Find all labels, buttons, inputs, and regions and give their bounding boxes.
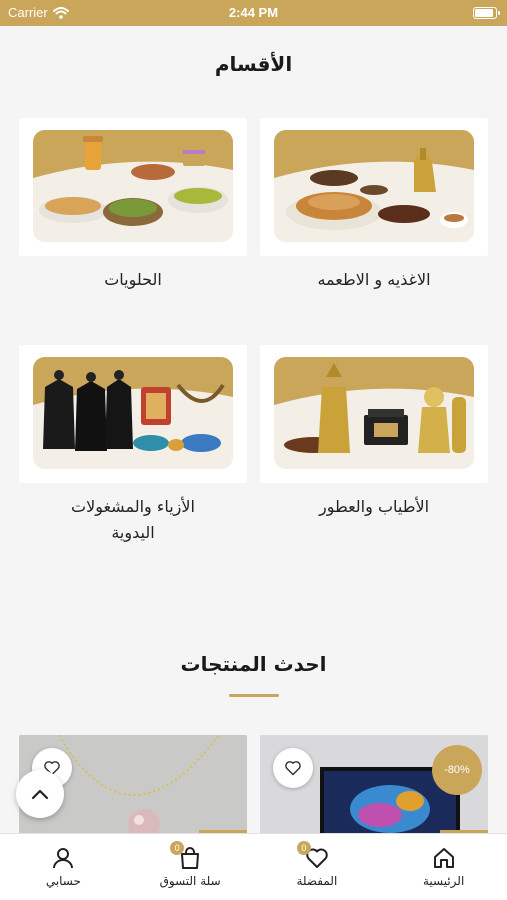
tab-account[interactable]: حسابي — [0, 834, 127, 900]
latest-products-title: احدث المنتجات — [180, 652, 327, 676]
category-card-fashion[interactable] — [19, 345, 247, 483]
home-icon — [433, 848, 454, 868]
category-image-fashion — [33, 357, 233, 469]
chevron-up-icon — [31, 789, 49, 800]
category-card-perfume[interactable] — [260, 345, 488, 483]
heart-icon — [285, 761, 301, 776]
category-label-fashion-line1: الأزياء والمشغولات — [71, 497, 195, 516]
status-bar: Carrier 2:44 PM — [0, 0, 507, 26]
category-label-fashion-line2: اليدوية — [111, 523, 155, 542]
category-label-perfume[interactable]: الأطياب والعطور — [260, 494, 488, 520]
battery-icon — [473, 7, 500, 19]
tab-favorites[interactable]: 0 المفضلة — [254, 834, 381, 900]
tab-account-label: حسابي — [45, 874, 81, 888]
favorite-button[interactable] — [273, 748, 313, 788]
product-card-tv[interactable]: -80% — [260, 735, 488, 845]
tab-cart-label: سلة التسوق — [159, 874, 221, 888]
category-image-perfume — [274, 357, 474, 469]
category-image-food — [274, 130, 474, 242]
status-time: 2:44 PM — [228, 5, 279, 20]
tab-home-label: الرئيسية — [422, 874, 465, 888]
user-icon — [53, 848, 74, 869]
category-card-food[interactable] — [260, 118, 488, 256]
discount-badge: -80% — [432, 745, 482, 795]
category-label-food[interactable]: الاغذيه و الاطعمه — [260, 267, 488, 293]
title-underline — [229, 694, 279, 697]
category-image-sweets — [33, 130, 233, 242]
tab-cart[interactable]: 0 سلة التسوق — [127, 834, 254, 900]
category-card-sweets[interactable] — [19, 118, 247, 256]
categories-title: الأقسام — [214, 52, 293, 76]
category-label-fashion[interactable]: الأزياء والمشغولات اليدوية — [19, 494, 247, 546]
scroll-to-top-button[interactable] — [16, 770, 64, 818]
tab-home[interactable]: الرئيسية — [380, 834, 507, 900]
tab-favorites-label: المفضلة — [296, 874, 338, 888]
bottom-tab-bar: الرئيسية 0 المفضلة 0 سلة التسوق حسابي — [0, 833, 507, 900]
favorites-count-badge: 0 — [296, 841, 311, 855]
category-label-sweets[interactable]: الحلويات — [19, 267, 247, 293]
